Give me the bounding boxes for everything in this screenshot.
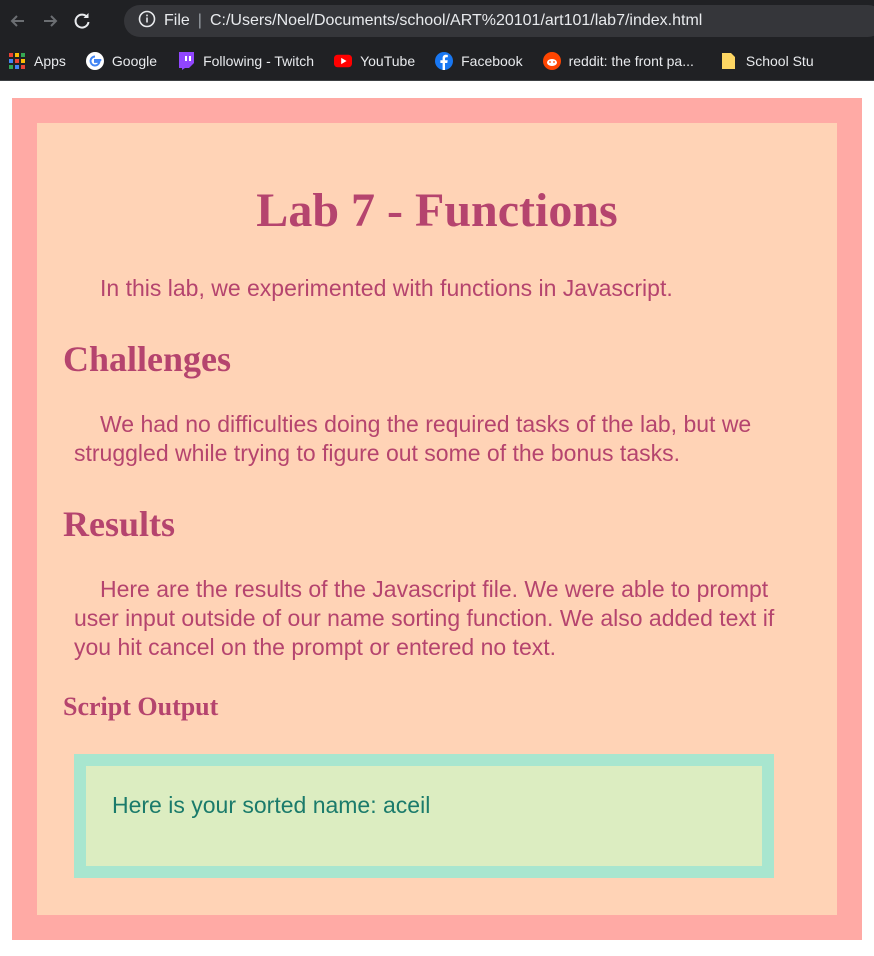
- address-separator: |: [197, 12, 202, 29]
- sorted-name-output: Here is your sorted name: aceil: [112, 792, 431, 818]
- bookmark-label: Facebook: [461, 53, 523, 69]
- bookmark-label: Google: [111, 53, 158, 69]
- page-content: Lab 7 - Functions In this lab, we experi…: [37, 123, 837, 915]
- forward-button[interactable]: [36, 7, 64, 35]
- back-arrow-icon: [10, 15, 24, 27]
- challenges-paragraph: We had no difficulties doing the require…: [74, 411, 752, 466]
- bookmark-label: reddit: the front pa...: [568, 53, 694, 69]
- folder-icon: [720, 52, 738, 70]
- back-button[interactable]: [4, 7, 32, 35]
- bookmark-label: School Stu: [745, 53, 814, 69]
- facebook-icon: [435, 52, 454, 70]
- reload-button[interactable]: [68, 7, 96, 35]
- address-bar[interactable]: File | C:/Users/Noel/Documents/school/AR…: [124, 5, 874, 37]
- results-paragraph: Here are the results of the Javascript f…: [74, 576, 775, 660]
- browser-toolbar: File | C:/Users/Noel/Documents/school/AR…: [0, 0, 874, 42]
- bookmark-label: Apps: [34, 53, 66, 69]
- youtube-icon: [334, 52, 353, 70]
- info-icon[interactable]: [138, 10, 156, 33]
- challenges-heading: Challenges: [63, 339, 232, 379]
- url-text[interactable]: C:/Users/Noel/Documents/school/ART%20101…: [210, 12, 702, 30]
- bookmark-apps[interactable]: Apps: [8, 52, 66, 70]
- bookmark-youtube[interactable]: YouTube: [334, 52, 415, 70]
- bookmark-school-folder[interactable]: School Stu: [720, 52, 814, 70]
- twitch-icon: [177, 52, 195, 70]
- page-title: Lab 7 - Functions: [256, 184, 618, 237]
- bookmark-reddit[interactable]: reddit: the front pa...: [542, 52, 694, 70]
- bookmark-google[interactable]: Google: [85, 52, 158, 70]
- bookmark-label: Following - Twitch: [203, 53, 315, 69]
- bookmark-twitch[interactable]: Following - Twitch: [177, 52, 314, 70]
- results-heading: Results: [63, 504, 176, 544]
- script-output-box: Here is your sorted name: aceil: [74, 754, 774, 878]
- reddit-icon: [542, 52, 561, 70]
- file-label: File: [164, 12, 190, 29]
- forward-arrow-icon: [44, 15, 58, 27]
- google-icon: [85, 52, 104, 70]
- apps-grid-icon: [8, 52, 26, 70]
- bookmarks-bar: Apps Google Following - Twitch YouTube F…: [0, 42, 874, 81]
- bookmark-facebook[interactable]: Facebook: [435, 52, 523, 70]
- intro-paragraph: In this lab, we experimented with functi…: [100, 275, 673, 301]
- bookmark-label: YouTube: [360, 53, 416, 69]
- script-output-heading: Script Output: [63, 692, 219, 721]
- page-outer-frame: Lab 7 - Functions In this lab, we experi…: [12, 98, 862, 940]
- reload-icon: [74, 13, 90, 29]
